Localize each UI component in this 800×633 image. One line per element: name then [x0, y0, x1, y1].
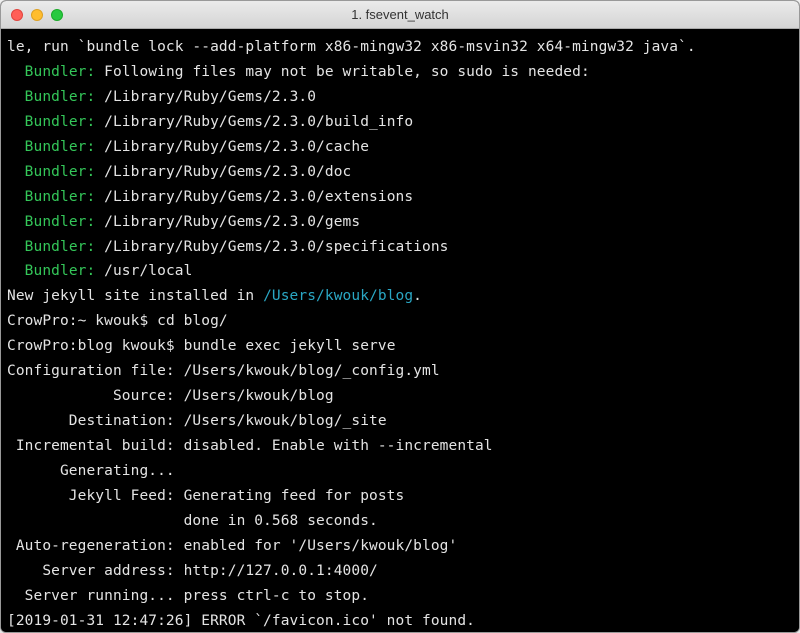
output-line: Generating...: [7, 459, 793, 484]
output-line: Destination: /Users/kwouk/blog/_site: [7, 409, 793, 434]
bundler-label: Bundler:: [25, 89, 96, 105]
close-button[interactable]: [11, 9, 23, 21]
output-line: Bundler: Following files may not be writ…: [7, 60, 793, 85]
minimize-button[interactable]: [31, 9, 43, 21]
terminal-window: 1. fsevent_watch le, run `bundle lock --…: [0, 0, 800, 633]
output-line: Bundler: /Library/Ruby/Gems/2.3.0/cache: [7, 135, 793, 160]
bundler-label: Bundler:: [25, 239, 96, 255]
window-title: 1. fsevent_watch: [1, 7, 799, 22]
bundler-label: Bundler:: [25, 114, 96, 130]
shell-prompt: CrowPro:blog kwouk$: [7, 338, 184, 354]
bundler-label: Bundler:: [25, 263, 96, 279]
output-line: Server running... press ctrl-c to stop.: [7, 584, 793, 609]
output-line: Jekyll Feed: Generating feed for posts: [7, 484, 793, 509]
titlebar: 1. fsevent_watch: [1, 1, 799, 29]
output-line: Configuration file: /Users/kwouk/blog/_c…: [7, 359, 793, 384]
shell-prompt: CrowPro:~ kwouk$: [7, 313, 157, 329]
output-line: Server address: http://127.0.0.1:4000/: [7, 559, 793, 584]
output-line: Source: /Users/kwouk/blog: [7, 384, 793, 409]
output-line: le, run `bundle lock --add-platform x86-…: [7, 35, 793, 60]
command: cd blog/: [157, 313, 228, 329]
output-line: Bundler: /Library/Ruby/Gems/2.3.0/gems: [7, 210, 793, 235]
bundler-label: Bundler:: [25, 139, 96, 155]
traffic-lights: [1, 9, 63, 21]
output-line: Incremental build: disabled. Enable with…: [7, 434, 793, 459]
output-line: New jekyll site installed in /Users/kwou…: [7, 284, 793, 309]
bundler-label: Bundler:: [25, 189, 96, 205]
bundler-label: Bundler:: [25, 164, 96, 180]
output-line: Bundler: /Library/Ruby/Gems/2.3.0/extens…: [7, 185, 793, 210]
output-line: Bundler: /Library/Ruby/Gems/2.3.0: [7, 85, 793, 110]
output-line: [2019-01-31 12:47:26] ERROR `/favicon.ic…: [7, 609, 793, 632]
output-line: Auto-regeneration: enabled for '/Users/k…: [7, 534, 793, 559]
install-path: /Users/kwouk/blog: [263, 288, 413, 304]
output-line: done in 0.568 seconds.: [7, 509, 793, 534]
maximize-button[interactable]: [51, 9, 63, 21]
prompt-line: CrowPro:blog kwouk$ bundle exec jekyll s…: [7, 334, 793, 359]
prompt-line: CrowPro:~ kwouk$ cd blog/: [7, 309, 793, 334]
bundler-label: Bundler:: [25, 214, 96, 230]
output-line: Bundler: /Library/Ruby/Gems/2.3.0/doc: [7, 160, 793, 185]
output-line: Bundler: /usr/local: [7, 259, 793, 284]
bundler-label: Bundler:: [25, 64, 96, 80]
command: bundle exec jekyll serve: [184, 338, 396, 354]
output-line: Bundler: /Library/Ruby/Gems/2.3.0/specif…: [7, 235, 793, 260]
terminal-output[interactable]: le, run `bundle lock --add-platform x86-…: [1, 29, 799, 632]
output-line: Bundler: /Library/Ruby/Gems/2.3.0/build_…: [7, 110, 793, 135]
